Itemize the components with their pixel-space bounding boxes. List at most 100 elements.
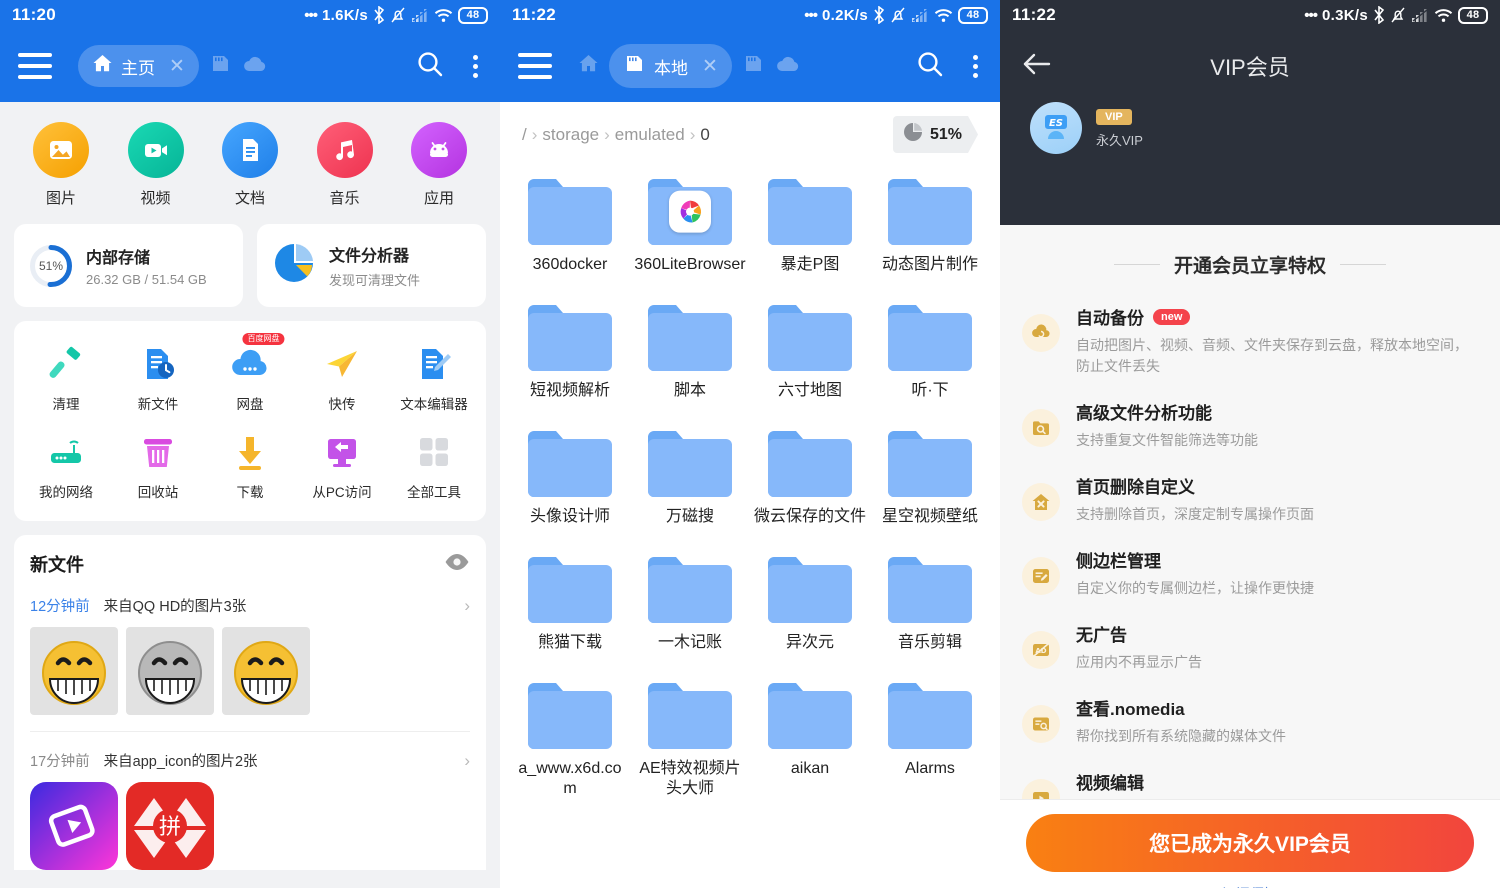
category-music[interactable]: 音乐 <box>306 122 384 208</box>
summary-cards: 51% 内部存储 26.32 GB / 51.54 GB 文件分析器 发现可清理… <box>0 224 500 307</box>
folder-item[interactable]: 动态图片制作 <box>870 163 990 289</box>
tool-quick-send[interactable]: 快传 <box>296 335 388 423</box>
category-documents[interactable]: 文档 <box>211 122 289 208</box>
benefit-description: 自动把图片、视频、音频、文件夹保存到云盘，释放本地空间，防止文件丢失 <box>1076 337 1468 374</box>
close-icon[interactable]: ✕ <box>702 55 718 78</box>
folder-item[interactable]: AE特效视频片头大师 <box>630 667 750 813</box>
folder-name: 星空视频壁纸 <box>881 508 978 525</box>
benefit-item: 高级文件分析功能 支持重复文件智能筛选等功能 <box>1022 387 1478 461</box>
folder-item[interactable]: 一木记账 <box>630 541 750 667</box>
chevron-right-icon[interactable]: › <box>464 596 470 616</box>
vip-status-button[interactable]: 您已成为永久VIP会员 <box>1026 814 1474 872</box>
thumbnail-image[interactable] <box>222 627 310 715</box>
back-arrow-icon[interactable] <box>1022 51 1052 82</box>
vip-badge: VIP <box>1096 109 1132 125</box>
folder-icon <box>764 299 856 373</box>
close-icon[interactable]: ✕ <box>169 55 185 78</box>
hamburger-menu-icon[interactable] <box>18 53 52 79</box>
home-icon[interactable] <box>578 53 599 79</box>
folder-item[interactable]: 星空视频壁纸 <box>870 415 990 541</box>
folder-item[interactable]: 360LiteBrowser <box>630 163 750 289</box>
sdcard-icon[interactable] <box>742 52 765 80</box>
vip-footer: 您已成为永久VIP会员 订阅须知 <box>1000 799 1500 888</box>
vip-profile[interactable]: ES VIP 永久VIP <box>1000 102 1500 154</box>
thumbnail-image[interactable] <box>30 782 118 870</box>
folder-item[interactable]: 短视频解析 <box>510 289 630 415</box>
tool-text-editor[interactable]: 文本编辑器 <box>388 335 480 423</box>
benefit-title: 高级文件分析功能 <box>1076 399 1258 424</box>
folder-item[interactable]: 暴走P图 <box>750 163 870 289</box>
folder-name: 脚本 <box>673 382 706 399</box>
chevron-right-icon[interactable]: › <box>464 751 470 771</box>
search-icon[interactable] <box>915 49 945 84</box>
cloud-icon[interactable] <box>242 54 268 79</box>
folder-item[interactable]: 头像设计师 <box>510 415 630 541</box>
search-icon[interactable] <box>415 49 445 84</box>
folder-item[interactable]: 脚本 <box>630 289 750 415</box>
folder-item[interactable]: 微云保存的文件 <box>750 415 870 541</box>
thumbnail-image[interactable]: 拼 <box>126 782 214 870</box>
storage-usage-badge[interactable]: 51% <box>893 116 978 153</box>
sdcard-icon[interactable] <box>209 52 232 80</box>
internal-storage-card[interactable]: 51% 内部存储 26.32 GB / 51.54 GB <box>14 224 243 307</box>
folder-search-icon <box>1022 409 1060 447</box>
cloud-icon[interactable] <box>775 54 801 79</box>
folder-name: 短视频解析 <box>529 382 610 399</box>
new-files-group[interactable]: 17分钟前 来自app_icon的图片2张 › 拼 <box>30 732 470 870</box>
tool-recycle-bin[interactable]: 回收站 <box>112 423 204 511</box>
category-videos[interactable]: 视频 <box>117 122 195 208</box>
analyzer-subtitle: 发现可清理文件 <box>329 273 421 288</box>
thumbnail-image[interactable] <box>30 627 118 715</box>
tool-new-file[interactable]: 新文件 <box>112 335 204 423</box>
new-files-group[interactable]: 12分钟前 来自QQ HD的图片3张 › <box>30 577 470 715</box>
storage-subtitle: 26.32 GB / 51.54 GB <box>86 272 207 287</box>
file-analyzer-card[interactable]: 文件分析器 发现可清理文件 <box>257 224 486 307</box>
folder-item[interactable]: 六寸地图 <box>750 289 870 415</box>
hamburger-menu-icon[interactable] <box>518 53 552 79</box>
folder-icon <box>524 425 616 499</box>
folder-item[interactable]: 熊猫下载 <box>510 541 630 667</box>
breadcrumb-part[interactable]: emulated <box>615 125 685 145</box>
more-vertical-icon[interactable] <box>469 51 482 82</box>
folder-item[interactable]: a_www.x6d.com <box>510 667 630 813</box>
tab-local[interactable]: 本地 ✕ <box>609 44 732 88</box>
eye-icon[interactable] <box>444 553 470 576</box>
folder-item[interactable]: 异次元 <box>750 541 870 667</box>
new-file-icon <box>112 341 204 387</box>
bluetooth-icon <box>873 6 885 24</box>
bluetooth-icon <box>373 6 385 24</box>
benefit-item: 自动备份 new 自动把图片、视频、音频、文件夹保存到云盘，释放本地空间，防止文件丢… <box>1022 292 1478 387</box>
tool-all-tools[interactable]: 全部工具 <box>388 423 480 511</box>
folder-item[interactable]: 360docker <box>510 163 630 289</box>
tool-clean[interactable]: 清理 <box>20 335 112 423</box>
image-icon <box>33 122 89 178</box>
tool-my-network[interactable]: 我的网络 <box>20 423 112 511</box>
thumbnail-image[interactable] <box>126 627 214 715</box>
folder-item[interactable]: 听·下 <box>870 289 990 415</box>
folder-item[interactable]: aikan <box>750 667 870 813</box>
nomedia-search-icon <box>1022 705 1060 743</box>
folder-item[interactable]: 音乐剪辑 <box>870 541 990 667</box>
breadcrumb-part[interactable]: 0 <box>700 125 709 145</box>
breadcrumb-part[interactable]: storage <box>542 125 599 145</box>
tool-label: 从PC访问 <box>312 485 372 500</box>
tab-home[interactable]: 主页 ✕ <box>78 45 199 87</box>
folder-icon <box>644 299 736 373</box>
category-images[interactable]: 图片 <box>22 122 100 208</box>
tool-download[interactable]: 下载 <box>204 423 296 511</box>
tool-pc-access[interactable]: 从PC访问 <box>296 423 388 511</box>
benefit-item: 首页删除自定义 支持删除首页，深度定制专属操作页面 <box>1022 461 1478 535</box>
status-time: 11:20 <box>12 5 57 24</box>
category-apps[interactable]: 应用 <box>400 122 478 208</box>
document-icon <box>222 122 278 178</box>
avatar[interactable]: ES <box>1030 102 1082 154</box>
benefit-text: 自动备份 new 自动把图片、视频、音频、文件夹保存到云盘，释放本地空间，防止文件丢… <box>1076 304 1478 377</box>
new-files-time: 12分钟前 <box>30 599 90 615</box>
subscription-notice-link[interactable]: 订阅须知 <box>1026 884 1474 888</box>
breadcrumb-root[interactable]: / <box>522 125 527 145</box>
chevron-right-icon: › <box>689 124 696 144</box>
tool-cloud-disk[interactable]: 百度网盘 网盘 <box>204 333 296 423</box>
folder-item[interactable]: 万磁搜 <box>630 415 750 541</box>
more-vertical-icon[interactable] <box>969 51 982 82</box>
folder-item[interactable]: Alarms <box>870 667 990 813</box>
